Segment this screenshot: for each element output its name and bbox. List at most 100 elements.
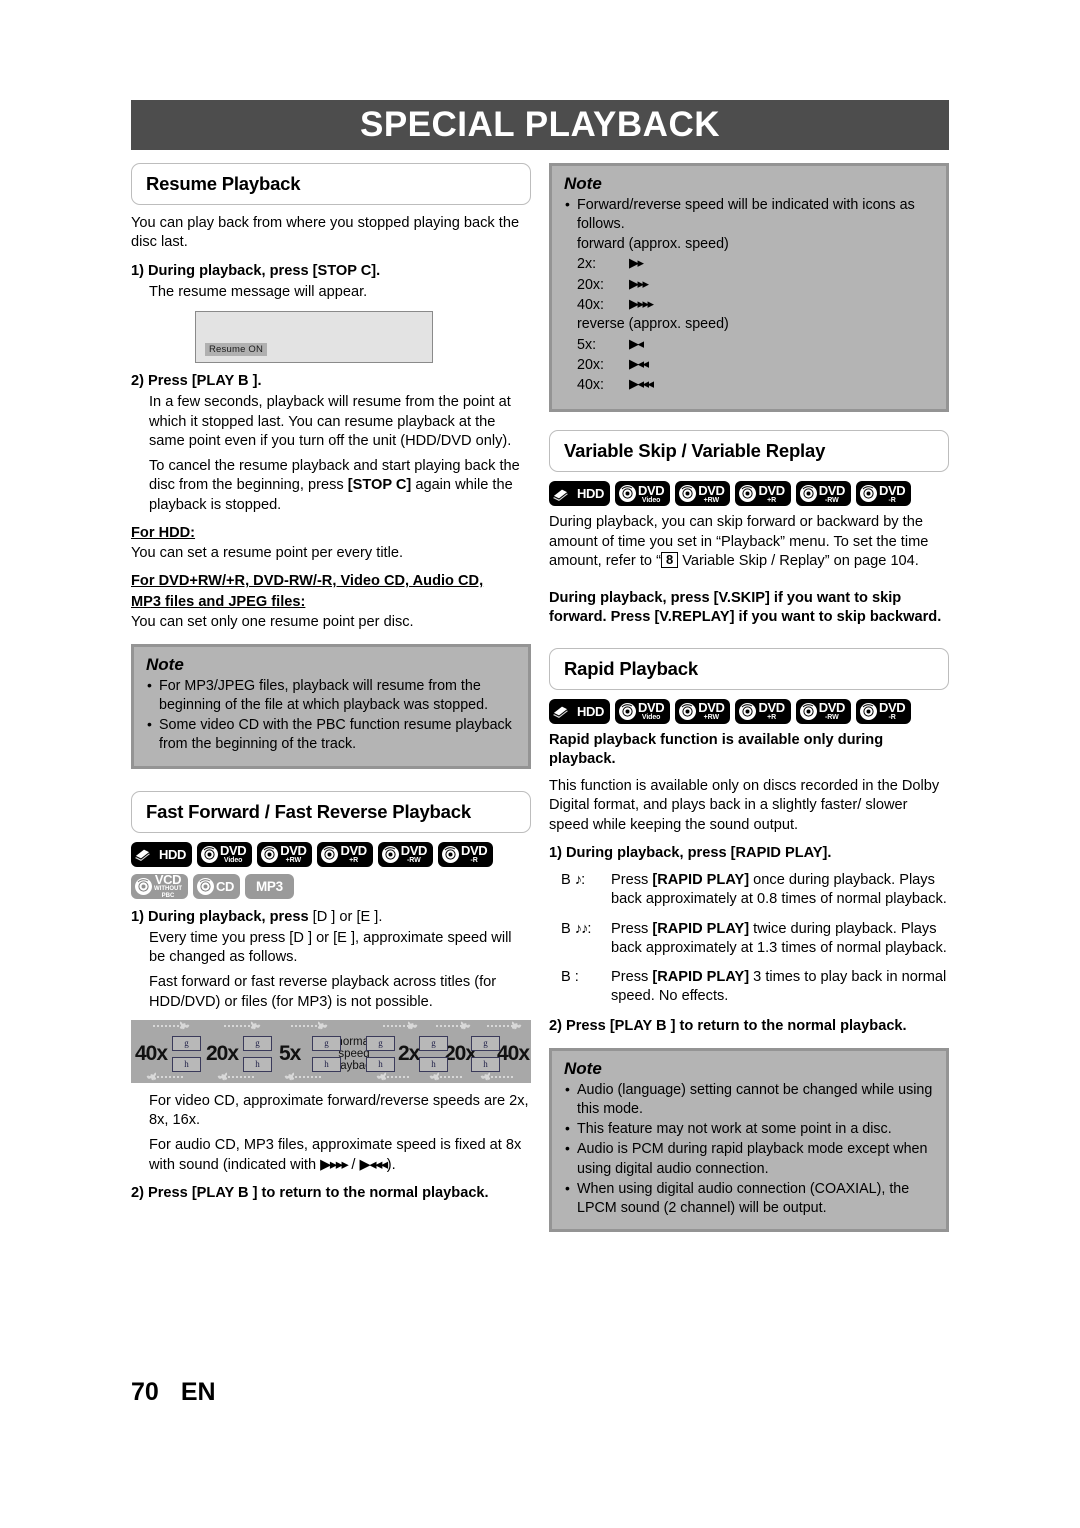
badge-text: DVD +RW: [698, 699, 725, 722]
note-item: Audio is PCM during rapid playback mode …: [564, 1139, 934, 1178]
step-number: 1): [131, 262, 144, 279]
badge-text: DVD -R: [460, 842, 488, 865]
disc-icon: [260, 845, 279, 864]
badge-dvd-minus-r: DVD -R: [855, 481, 912, 507]
speed-row: 5x: ▶◂: [564, 335, 934, 355]
disc-icon: [381, 845, 400, 864]
section-heading-label: Variable Skip / Variable Replay: [564, 440, 826, 462]
note-list: Audio (language) setting cannot be chang…: [564, 1080, 934, 1218]
left-column: Resume Playback You can play back from w…: [131, 163, 531, 1205]
reverse-speed-label: reverse (approx. speed): [577, 316, 729, 333]
badge-text: DVD +R: [340, 842, 367, 865]
badge-mp3: MP3: [244, 873, 294, 899]
badge-dvd-video: DVD Video: [614, 481, 671, 507]
badge-dvd-video: DVD Video: [614, 698, 671, 724]
fastfwd-step-1: 1) During playback, press [D ] or [E ].: [131, 908, 531, 927]
badge-text: HDD: [577, 703, 604, 719]
speed-label: 5x:: [577, 336, 597, 353]
disc-icon: [738, 484, 757, 503]
page-title: SPECIAL PLAYBACK: [359, 105, 721, 144]
note-box-speed-icons: Note Forward/reverse speed will be indic…: [549, 163, 949, 413]
disc-icon: [441, 845, 460, 864]
step-text: Press [PLAY B ] to return to the normal …: [148, 1184, 489, 1201]
badge-dvd-minus-rw: DVD -RW: [795, 698, 851, 724]
note-list: For MP3/JPEG files, playback will resume…: [146, 676, 516, 755]
speed-label: 20x:: [577, 356, 605, 373]
rapid-mode-key: B ♪♪:: [561, 920, 592, 937]
note-title: Note: [564, 1058, 602, 1078]
badge-text: DVD Video: [637, 482, 665, 505]
section-heading-label: Rapid Playback: [564, 657, 698, 679]
speed-label: 40x:: [577, 297, 605, 314]
resume-step-1-sub: The resume message will appear.: [149, 283, 368, 300]
speed-row: 20x: ▶▸▸: [564, 275, 934, 295]
badge-hdd: HDD: [549, 698, 610, 724]
hdd-icon: [552, 485, 576, 503]
rapid-mode-desc: Press [RAPID PLAY] 3 times to play back …: [611, 969, 947, 1005]
fastfwd-step-2: 2) Press [PLAY B ] to return to the norm…: [131, 1184, 531, 1203]
disc-icon: [200, 845, 219, 864]
badge-text: HDD: [577, 486, 604, 502]
forward-40x-icon: ▶▸▸▸: [629, 296, 654, 312]
note-box-resume: Note For MP3/JPEG files, playback will r…: [131, 644, 531, 769]
for-hdd-heading: For HDD:: [131, 524, 196, 541]
disc-icon: [799, 484, 818, 503]
step-number: 2): [131, 373, 144, 389]
disc-icon: [320, 845, 339, 864]
speed-label: 2x:: [577, 256, 597, 273]
for-disc-heading-line1: For DVD+RW/+R, DVD-RW/-R, Video CD, Audi…: [131, 573, 484, 590]
rapid-mode-row-3: B : Press [RAPID PLAY] 3 times to play b…: [549, 968, 949, 1007]
badge-text: DVD +R: [758, 482, 785, 505]
badge-dvd-minus-r: DVD -R: [855, 698, 912, 724]
disc-icon: [618, 484, 637, 503]
disc-icon: [859, 702, 878, 721]
note-item: For MP3/JPEG files, playback will resume…: [146, 676, 516, 715]
badge-cd: CD: [193, 873, 240, 899]
disc-badge-row-1: HDD DVD Video DVD +RW DVD +R DVD -RW DVD…: [131, 841, 531, 867]
fastfwd-sub-3: For video CD, approximate forward/revers…: [149, 1092, 529, 1129]
badge-dvd-minus-rw: DVD -RW: [377, 841, 433, 867]
note-item: This feature may not work at some point …: [564, 1119, 934, 1139]
page-footer: 70 EN: [131, 1378, 216, 1407]
badge-vcd: VCD WITHOUT PBC: [131, 873, 188, 899]
section-heading-resume-playback: Resume Playback: [131, 163, 531, 205]
hdd-icon: [134, 845, 158, 863]
note-item: Audio (language) setting cannot be chang…: [564, 1080, 934, 1119]
step-text: During playback, press [STOP C].: [148, 262, 381, 279]
note-item: When using digital audio connection (COA…: [564, 1179, 934, 1218]
step-text: Press [PLAY B ].: [148, 373, 262, 389]
osd-resume-label: Resume ON: [205, 343, 268, 356]
badge-hdd: HDD: [131, 841, 192, 867]
step-text: During playback, press [D ] or [E ].: [148, 908, 383, 925]
forward-speed-label: forward (approx. speed): [577, 236, 729, 253]
section-heading-fast-forward: Fast Forward / Fast Reverse Playback: [131, 790, 531, 833]
speed-row: 20x: ▶◂◂: [564, 355, 934, 375]
disc-badge-row-rapid: HDD DVD Video DVD +RW DVD +R DVD -RW DVD -R: [549, 698, 949, 724]
forward-20x-icon: ▶▸▸: [629, 275, 649, 291]
disc-icon: [859, 484, 878, 503]
speed-label: 40x:: [577, 377, 605, 394]
stop-key: [STOP C]: [347, 477, 412, 494]
badge-dvd-minus-rw: DVD -RW: [795, 481, 851, 507]
osd-screenshot: Resume ON: [195, 311, 433, 363]
rapid-mode-desc: Press [RAPID PLAY] once during playback.…: [611, 872, 947, 908]
badge-text: DVD -RW: [818, 482, 846, 505]
rapid-mode-row-2: B ♪♪: Press [RAPID PLAY] twice during pl…: [549, 920, 949, 959]
reverse-5x-icon: ▶◂: [629, 335, 644, 351]
vskip-instruction: During playback, press [V.SKIP] if you w…: [549, 590, 942, 626]
step-text: Press [PLAY B ] to return to the normal …: [566, 1017, 907, 1034]
speed-label: 20x:: [577, 276, 605, 293]
setup-number-badge: 8: [660, 551, 679, 569]
step-number: 1): [549, 844, 562, 861]
resume-step-1: 1) During playback, press [STOP C].: [131, 262, 531, 281]
for-disc-heading-line2: MP3 files and JPEG files:: [131, 593, 306, 610]
note-list: Forward/reverse speed will be indicated …: [564, 195, 934, 234]
note-item: Forward/reverse speed will be indicated …: [564, 195, 934, 234]
badge-text: DVD +RW: [280, 842, 307, 865]
disc-icon: [678, 484, 697, 503]
rapid-mode-key: B ♪:: [561, 872, 586, 889]
disc-icon: [134, 877, 153, 896]
badge-dvd-video: DVD Video: [196, 841, 253, 867]
note-title: Note: [564, 174, 602, 193]
step-number: 2): [131, 1184, 144, 1201]
